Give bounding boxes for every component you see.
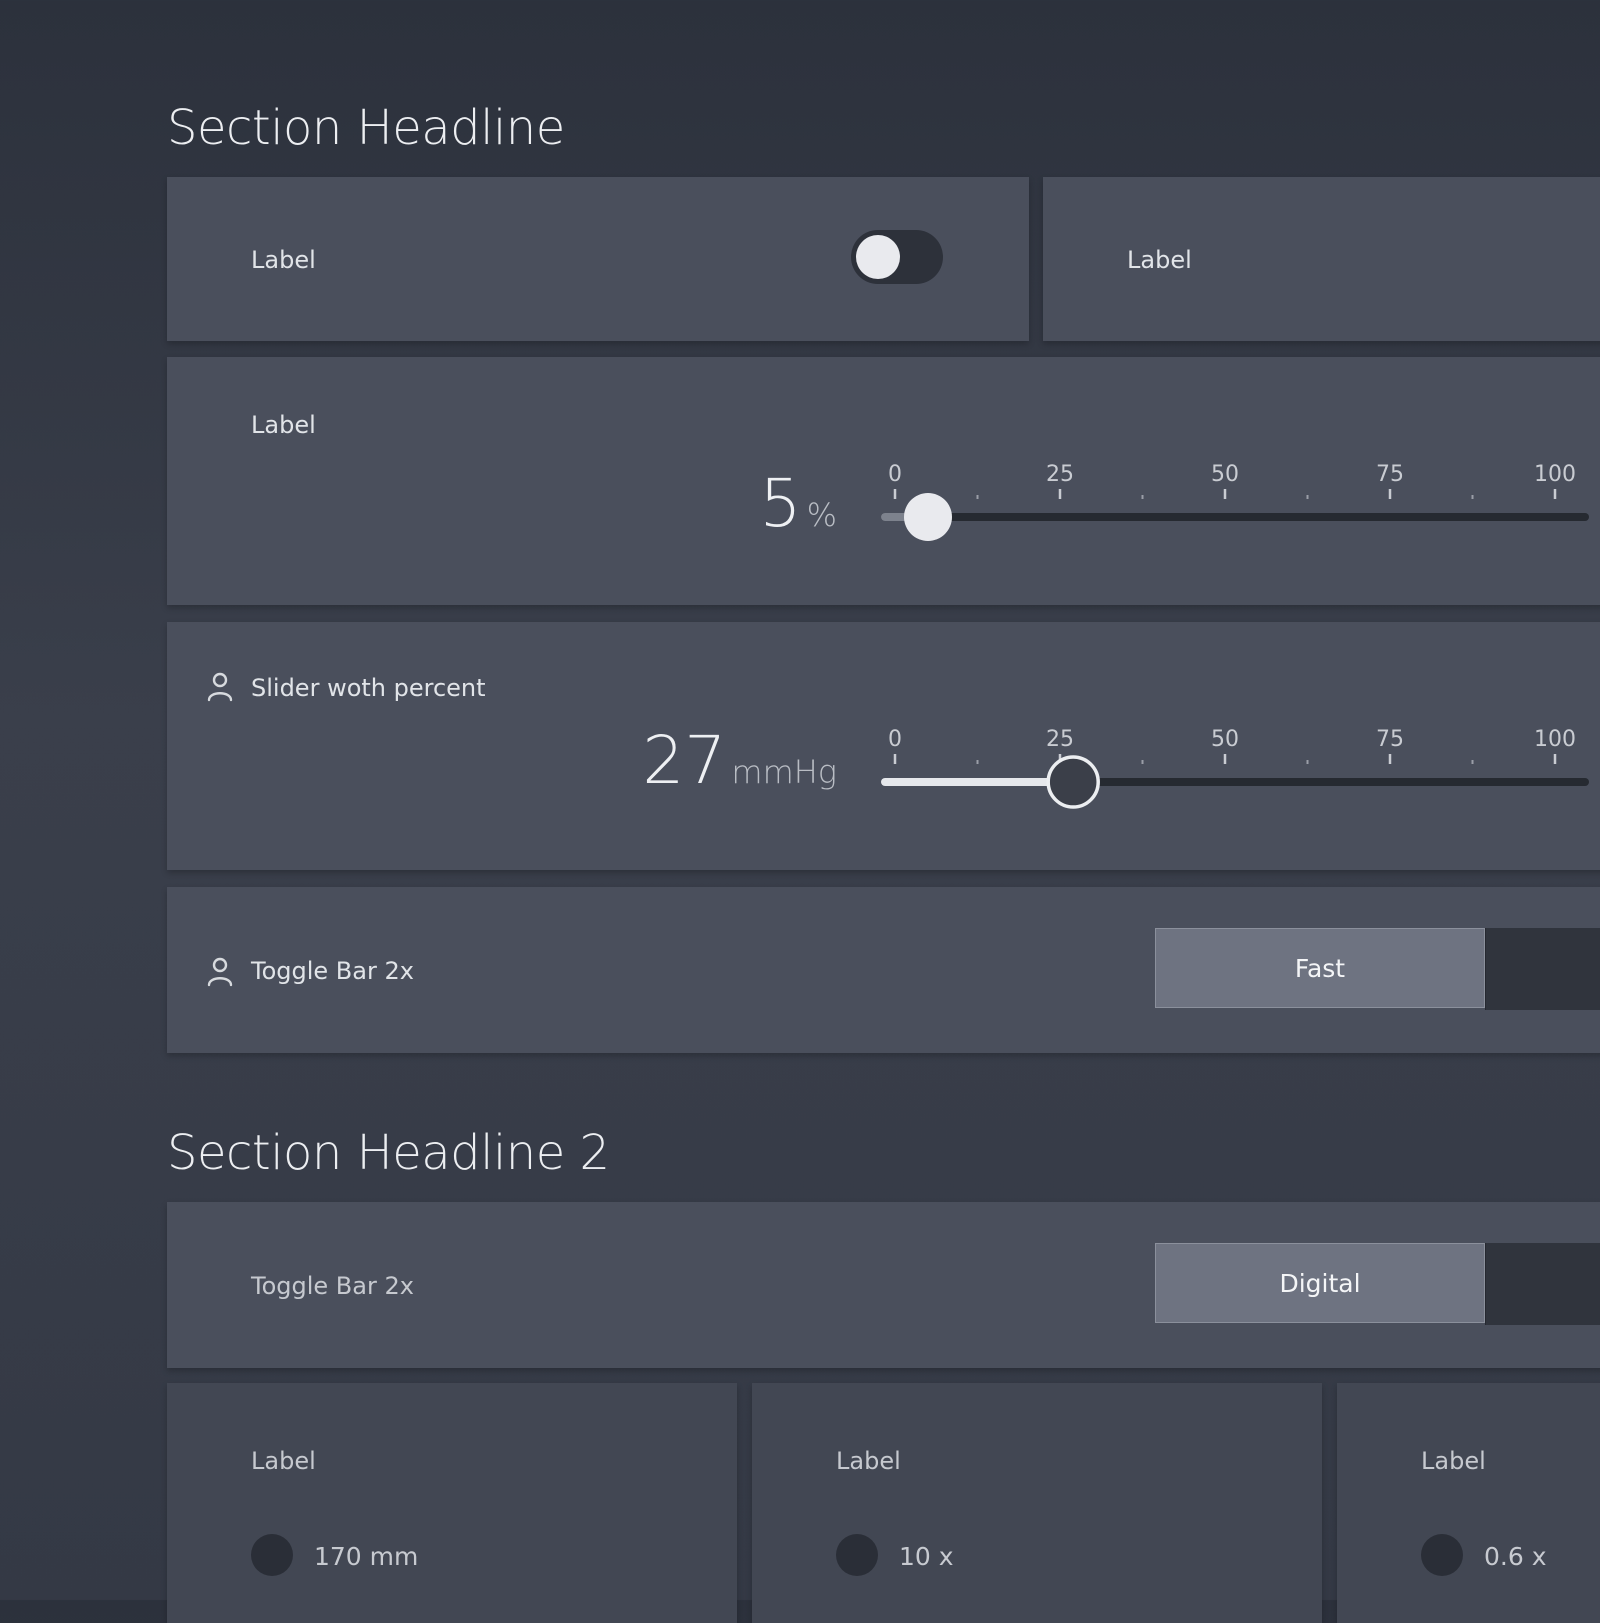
- togglebar1-option-active[interactable]: Fast: [1155, 928, 1485, 1008]
- togglebar2[interactable]: Digital: [1155, 1243, 1600, 1325]
- measure-card-2: Label 10 x: [752, 1383, 1322, 1623]
- slider-tick-label: 100: [1534, 727, 1576, 752]
- section-headline-2: Section Headline 2: [167, 1125, 610, 1181]
- slider-tick-label: 0: [888, 462, 902, 487]
- togglebar1-label: Toggle Bar 2x: [251, 957, 414, 985]
- toggle-switch[interactable]: [851, 230, 943, 284]
- status-dot: [836, 1534, 878, 1576]
- slider-thumb[interactable]: [1046, 755, 1100, 809]
- togglebar-card-1: Toggle Bar 2x Fast: [167, 887, 1600, 1053]
- togglebar2-option-active[interactable]: Digital: [1155, 1243, 1485, 1323]
- toggle-switch-knob[interactable]: [856, 235, 900, 279]
- slider-tick-label: 25: [1046, 727, 1074, 752]
- slider-tick-label: 75: [1376, 727, 1404, 752]
- slider-tick-label: 50: [1211, 727, 1239, 752]
- togglebar2-label: Toggle Bar 2x: [251, 1272, 414, 1300]
- slider-tick-label: 75: [1376, 462, 1404, 487]
- slider-tick-label: 50: [1211, 462, 1239, 487]
- togglebar-card-2: Toggle Bar 2x Digital: [167, 1202, 1600, 1368]
- right-label-card: Label: [1043, 177, 1600, 341]
- status-dot: [251, 1534, 293, 1576]
- status-dot: [1421, 1534, 1463, 1576]
- slider-tick-label: 25: [1046, 462, 1074, 487]
- slider-card-1: Label 5 % 0 25 50 75 100: [167, 357, 1600, 605]
- person-icon: [207, 957, 233, 987]
- measure1-value: 170 mm: [314, 1542, 419, 1571]
- measure-card-1: Label 170 mm: [167, 1383, 737, 1623]
- measure3-label: Label: [1421, 1447, 1486, 1475]
- measure-card-3: Label 0.6 x: [1337, 1383, 1600, 1623]
- toggle-label: Label: [251, 246, 316, 274]
- right-card-label: Label: [1127, 246, 1192, 274]
- slider2[interactable]: 0 25 50 75 100: [167, 622, 1600, 870]
- togglebar1[interactable]: Fast: [1155, 928, 1600, 1010]
- slider-tick-label: 100: [1534, 462, 1576, 487]
- section-headline: Section Headline: [167, 100, 565, 156]
- toggle-card: Label: [167, 177, 1029, 341]
- slider1[interactable]: 0 25 50 75 100: [167, 357, 1600, 605]
- slider-card-2: Slider woth percent 27 mmHg 0 25 50 75 100: [167, 622, 1600, 870]
- togglebar1-option-inactive[interactable]: [1485, 928, 1600, 1010]
- slider-tick-label: 0: [888, 727, 902, 752]
- slider-thumb[interactable]: [904, 493, 952, 541]
- measure3-value: 0.6 x: [1484, 1542, 1547, 1571]
- measure1-label: Label: [251, 1447, 316, 1475]
- togglebar2-option-inactive[interactable]: [1485, 1243, 1600, 1325]
- measure2-value: 10 x: [899, 1542, 954, 1571]
- measure2-label: Label: [836, 1447, 901, 1475]
